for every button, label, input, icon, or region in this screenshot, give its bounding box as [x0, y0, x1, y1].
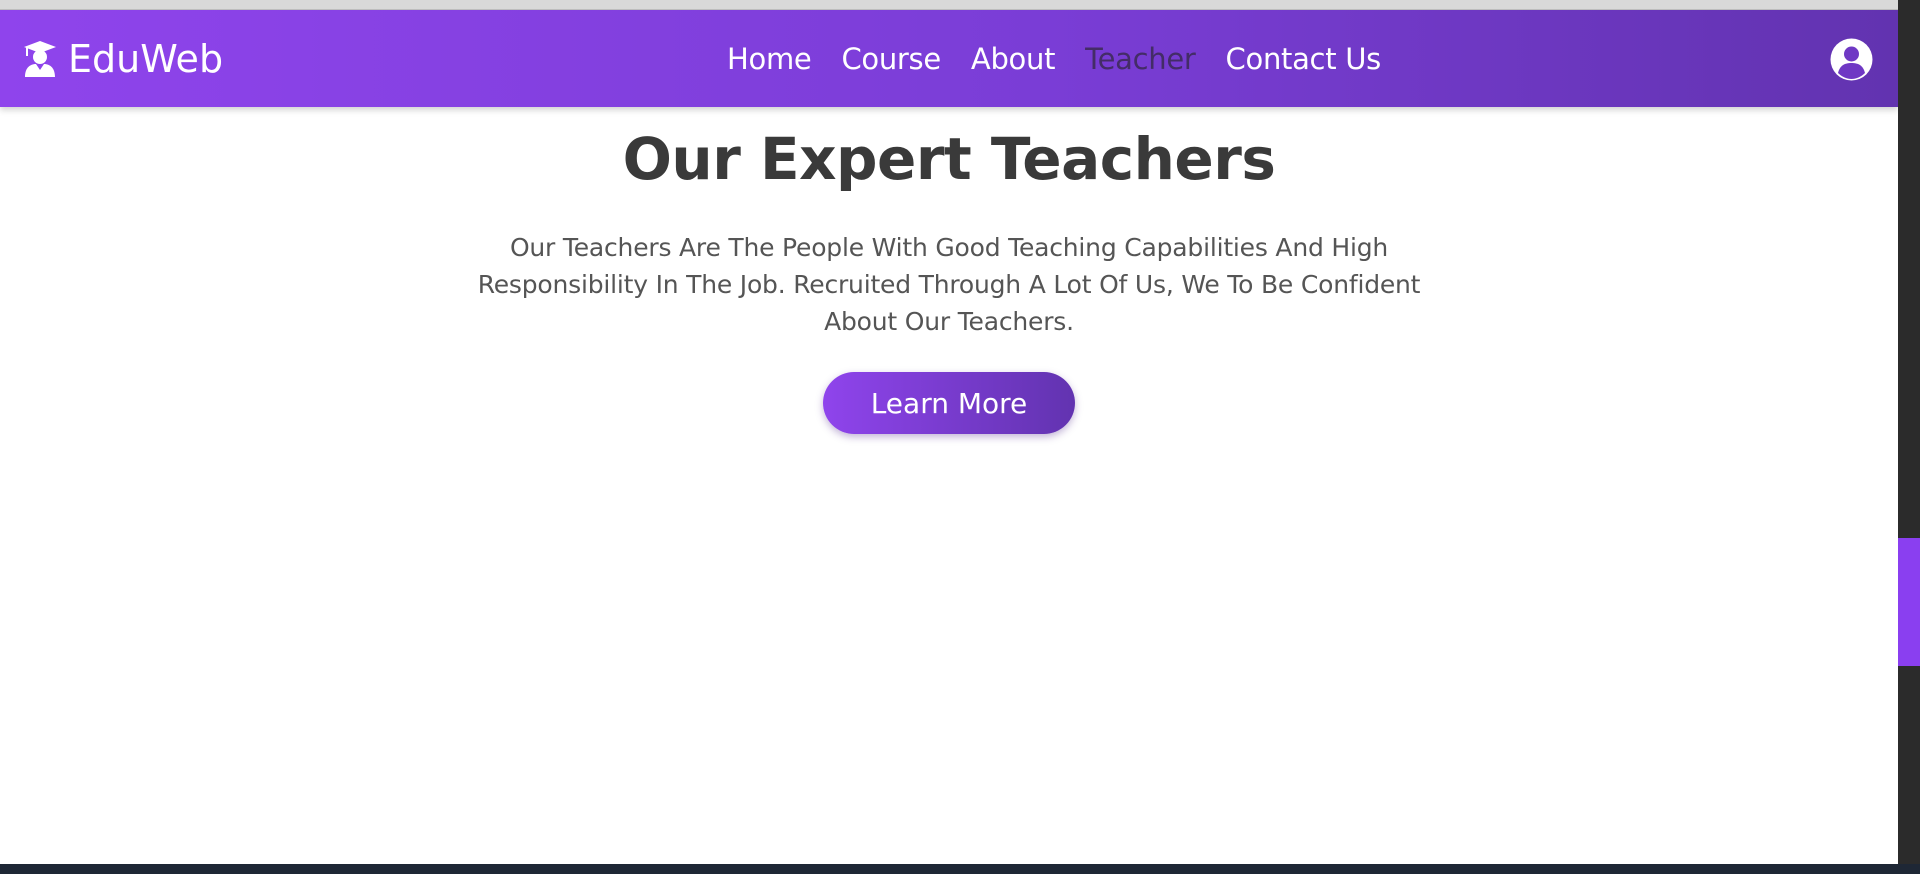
page: EduWeb Home Course About Teacher Contact… [0, 10, 1898, 863]
nav-links: Home Course About Teacher Contact Us [727, 10, 1411, 107]
hero-description: Our Teachers Are The People With Good Te… [477, 233, 1421, 336]
taskbar-edge [0, 864, 1920, 874]
brand-name: EduWeb [68, 36, 224, 81]
scrollbar-track[interactable] [1898, 0, 1920, 864]
user-circle-icon[interactable] [1829, 37, 1874, 82]
nav-teacher[interactable]: Teacher [1085, 42, 1196, 76]
nav-contact-us[interactable]: Contact Us [1226, 42, 1382, 76]
navbar: EduWeb Home Course About Teacher Contact… [0, 10, 1898, 107]
nav-home[interactable]: Home [727, 42, 812, 76]
teacher-graduation-cap-icon [24, 40, 56, 77]
brand[interactable]: EduWeb [22, 10, 223, 107]
learn-more-button[interactable]: Learn More [823, 372, 1075, 434]
hero-section: Our Expert Teachers Our Teachers Are The… [0, 107, 1898, 434]
browser-top-strip [0, 0, 1920, 10]
hero-title: Our Expert Teachers [622, 125, 1276, 193]
nav-course[interactable]: Course [841, 42, 941, 76]
nav-about[interactable]: About [971, 42, 1056, 76]
scrollbar-thumb[interactable] [1898, 538, 1920, 666]
